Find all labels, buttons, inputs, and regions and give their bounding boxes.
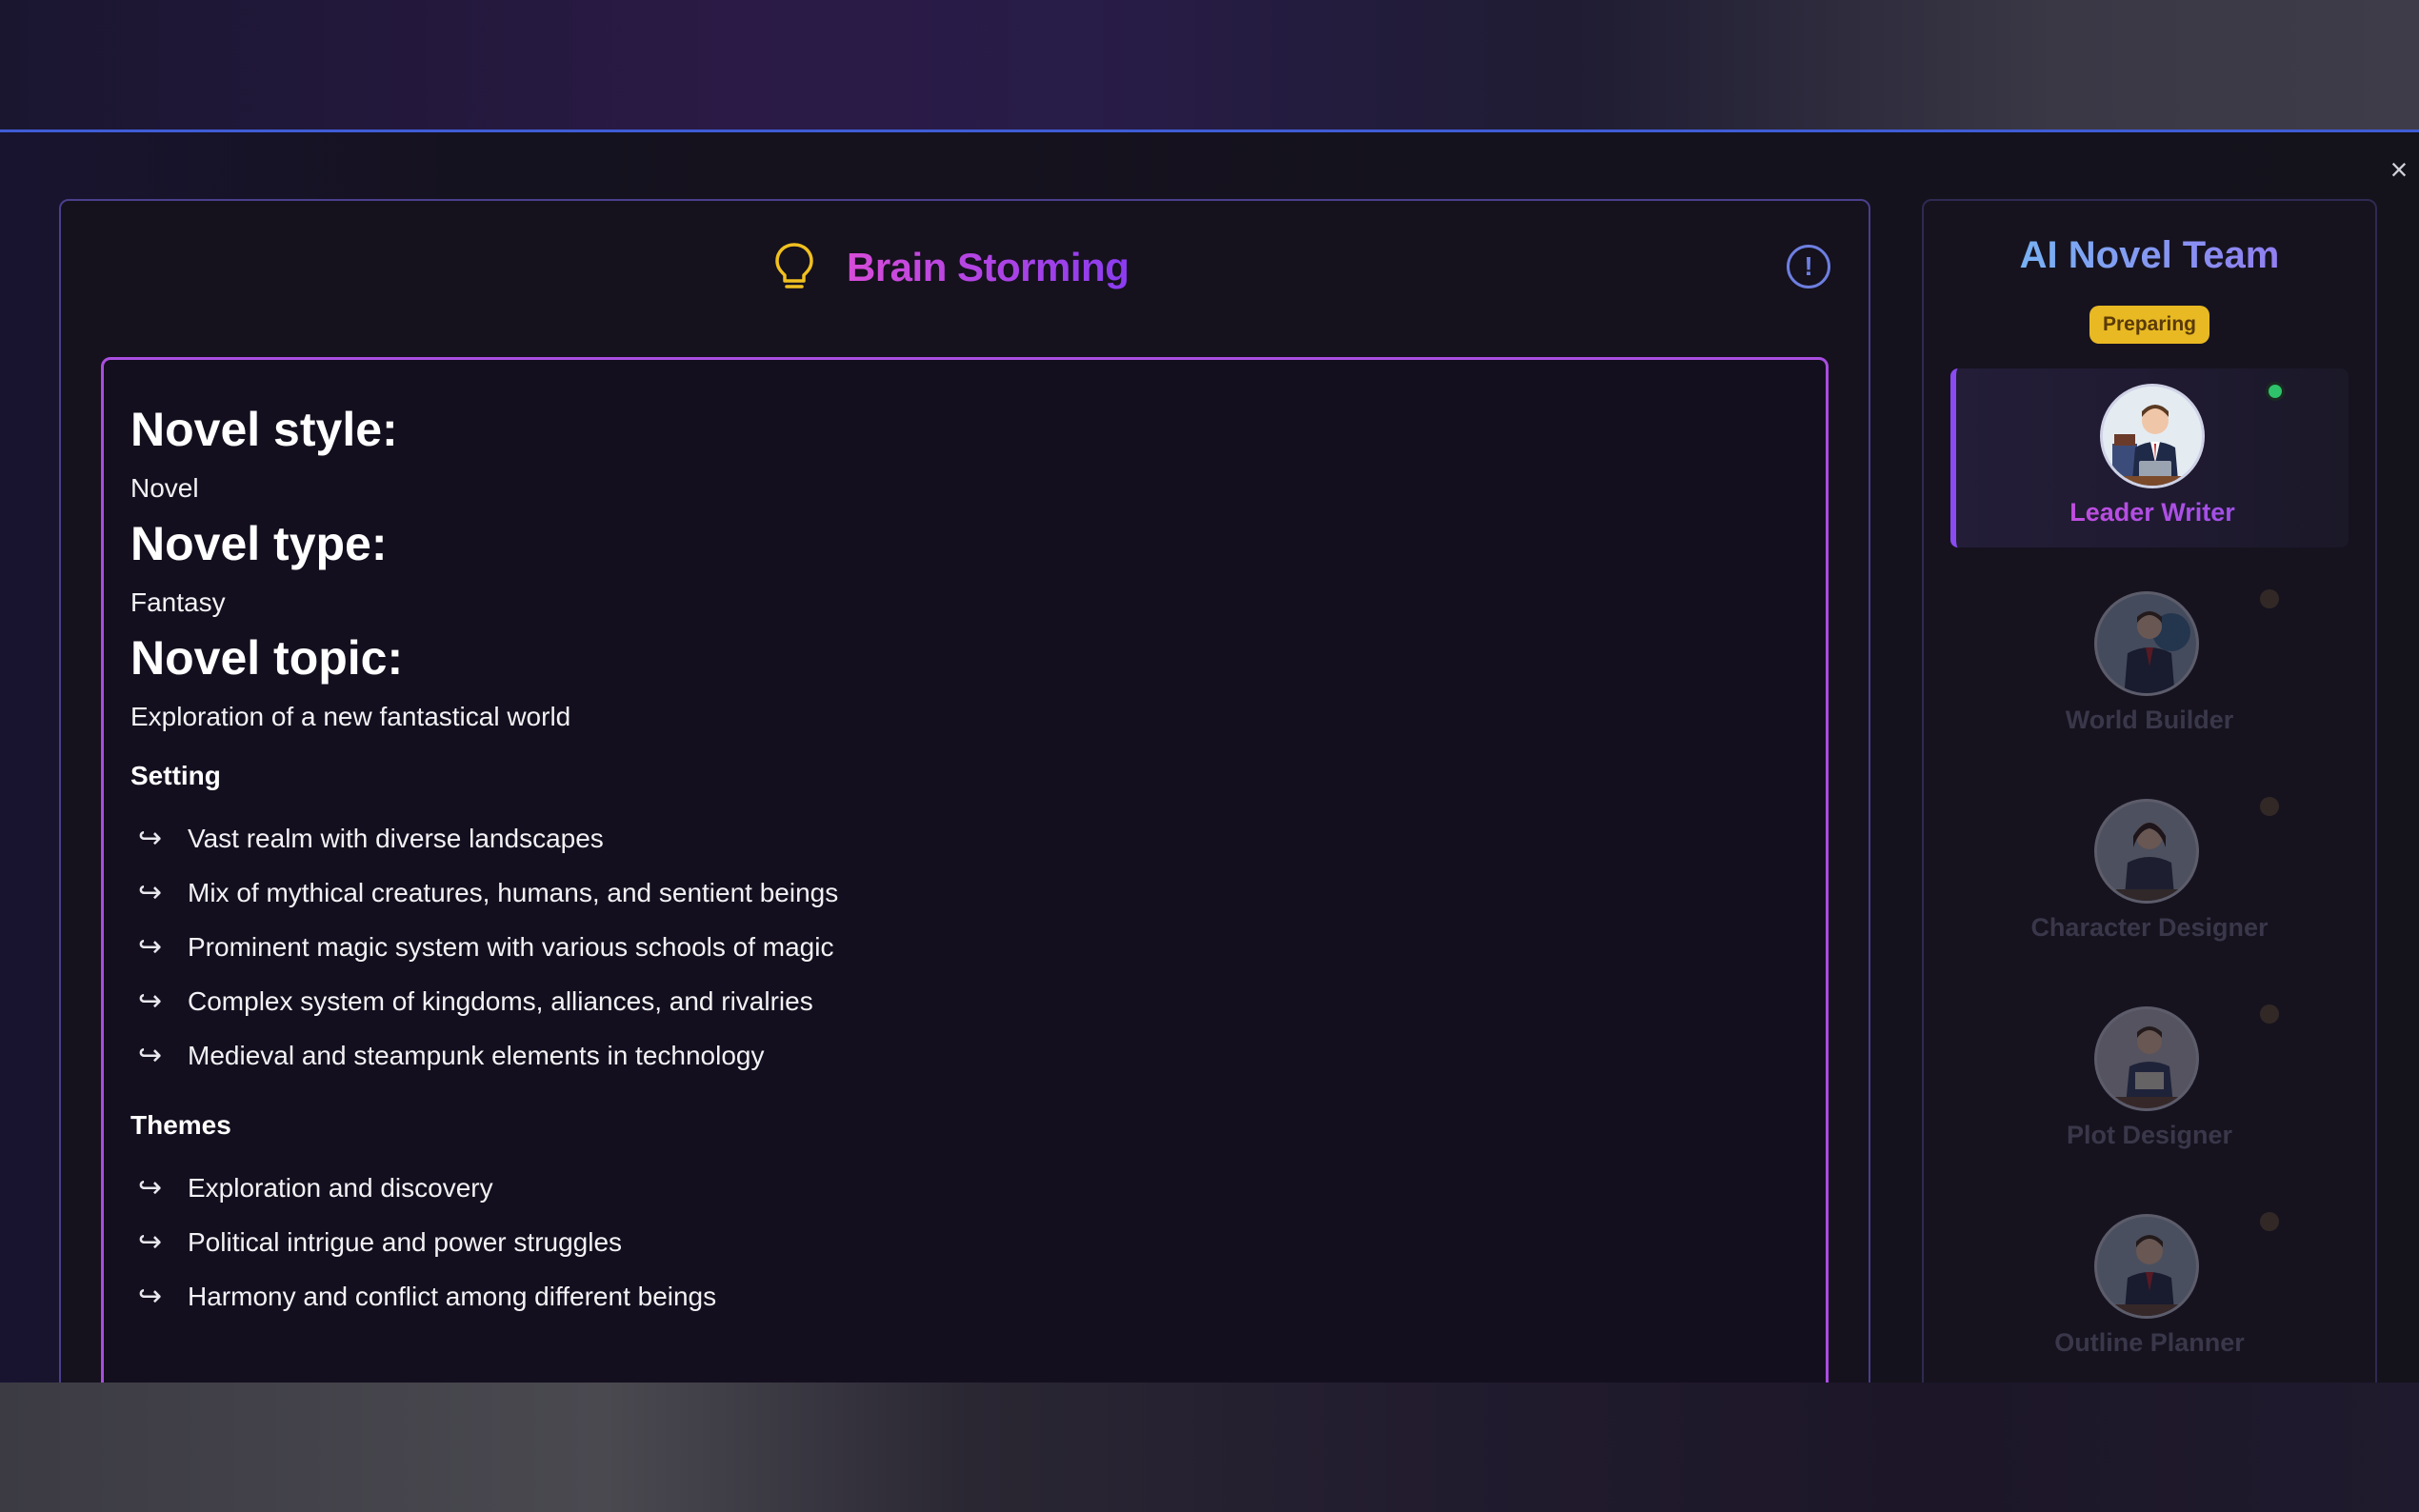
- list-item-text: Vast realm with diverse landscapes: [188, 823, 604, 853]
- team-panel: AI Novel Team Preparing Leader Writer Wo…: [1922, 199, 2377, 1383]
- return-arrow-icon: ↪: [138, 1281, 163, 1312]
- return-arrow-icon: ↪: [138, 931, 163, 963]
- panel-title: Brain Storming: [847, 245, 1130, 289]
- novel-modal: × Brain Storming ! Novel style: Novel No…: [0, 129, 2419, 1383]
- close-icon[interactable]: ×: [2385, 154, 2413, 185]
- list-item-text: Exploration and discovery: [188, 1172, 493, 1203]
- brainstorm-panel: Brain Storming ! Novel style: Novel Nove…: [59, 199, 1870, 1383]
- info-icon[interactable]: !: [1787, 245, 1830, 288]
- team-member-world-builder[interactable]: World Builder: [1950, 576, 2349, 755]
- list-item-text: Political intrigue and power struggles: [188, 1226, 623, 1257]
- list-item: ↪ Exploration and discovery: [130, 1161, 1799, 1215]
- list-item: ↪ Medieval and steampunk elements in tech…: [130, 1028, 1799, 1083]
- section-value: Exploration of a new fantastical world: [130, 702, 571, 731]
- avatar: [2094, 591, 2199, 696]
- panel-header: Brain Storming !: [61, 201, 1869, 334]
- list-item-text: Complex system of kingdoms, alliances, a…: [188, 985, 813, 1016]
- avatar: [2100, 384, 2205, 488]
- return-arrow-icon: ↪: [138, 1226, 163, 1258]
- avatar: [2094, 1006, 2199, 1111]
- team-member-outline-planner[interactable]: Outline Planner: [1950, 1199, 2349, 1378]
- list-item-text: Harmony and conflict among different bei…: [188, 1281, 717, 1311]
- list-item: ↪ Mix of mythical creatures, humans, and …: [130, 865, 1799, 920]
- status-dot: [2260, 797, 2279, 816]
- section-value: Novel: [130, 473, 199, 503]
- section-heading: Novel topic:: [130, 631, 404, 685]
- return-arrow-icon: ↪: [138, 1040, 163, 1071]
- section-topic: Novel topic: Exploration of a new fantas…: [130, 630, 1799, 733]
- member-name: Leader Writer: [1956, 498, 2349, 527]
- list-item-text: Medieval and steampunk elements in techn…: [188, 1040, 765, 1070]
- list-item-text: Prominent magic system with various scho…: [188, 931, 834, 962]
- return-arrow-icon: ↪: [138, 985, 163, 1017]
- team-title: AI Novel Team: [1924, 231, 2375, 279]
- section-heading: Novel style:: [130, 403, 398, 456]
- background-bottom: [0, 1383, 2419, 1512]
- background-top: [0, 0, 2419, 129]
- avatar: [2094, 799, 2199, 904]
- lightbulb-icon: [775, 243, 813, 288]
- return-arrow-icon: ↪: [138, 877, 163, 908]
- status-dot: [2260, 589, 2279, 608]
- list-item: ↪ Harmony and conflict among different be…: [130, 1269, 1799, 1323]
- brainstorm-content: Novel style: Novel Novel type: Fantasy N…: [101, 357, 1829, 1383]
- status-badge: Preparing: [2089, 306, 2209, 344]
- section-value: Fantasy: [130, 587, 226, 617]
- member-name: Character Designer: [2030, 913, 2269, 942]
- team-member-character-designer[interactable]: Character Designer: [1950, 784, 2349, 963]
- section-style: Novel style: Novel: [130, 402, 1799, 505]
- status-dot: [2260, 1212, 2279, 1231]
- status-dot: [2260, 1005, 2279, 1024]
- team-member-leader-writer[interactable]: Leader Writer: [1950, 368, 2349, 547]
- online-status-dot: [2266, 382, 2285, 401]
- list-item: ↪ Prominent magic system with various sch…: [130, 920, 1799, 974]
- list-item: ↪ Vast realm with diverse landscapes: [130, 811, 1799, 865]
- section-heading: Novel type:: [130, 517, 388, 570]
- team-member-plot-designer[interactable]: Plot Designer: [1950, 991, 2349, 1170]
- member-name: Plot Designer: [2066, 1121, 2233, 1149]
- return-arrow-icon: ↪: [138, 823, 163, 854]
- member-name: Outline Planner: [2054, 1328, 2245, 1357]
- list-item-text: Mix of mythical creatures, humans, and s…: [188, 877, 839, 907]
- setting-heading: Setting: [130, 761, 221, 790]
- avatar: [2094, 1214, 2199, 1319]
- list-item: ↪ Political intrigue and power struggles: [130, 1215, 1799, 1269]
- themes-heading: Themes: [130, 1110, 231, 1140]
- setting-list: ↪ Vast realm with diverse landscapes ↪ Mix…: [130, 811, 1799, 1083]
- member-name: World Builder: [2065, 706, 2234, 734]
- themes-list: ↪ Exploration and discovery ↪ Political in…: [130, 1161, 1799, 1323]
- return-arrow-icon: ↪: [138, 1172, 163, 1204]
- list-item: ↪ Complex system of kingdoms, alliances, …: [130, 974, 1799, 1028]
- section-type: Novel type: Fantasy: [130, 516, 1799, 619]
